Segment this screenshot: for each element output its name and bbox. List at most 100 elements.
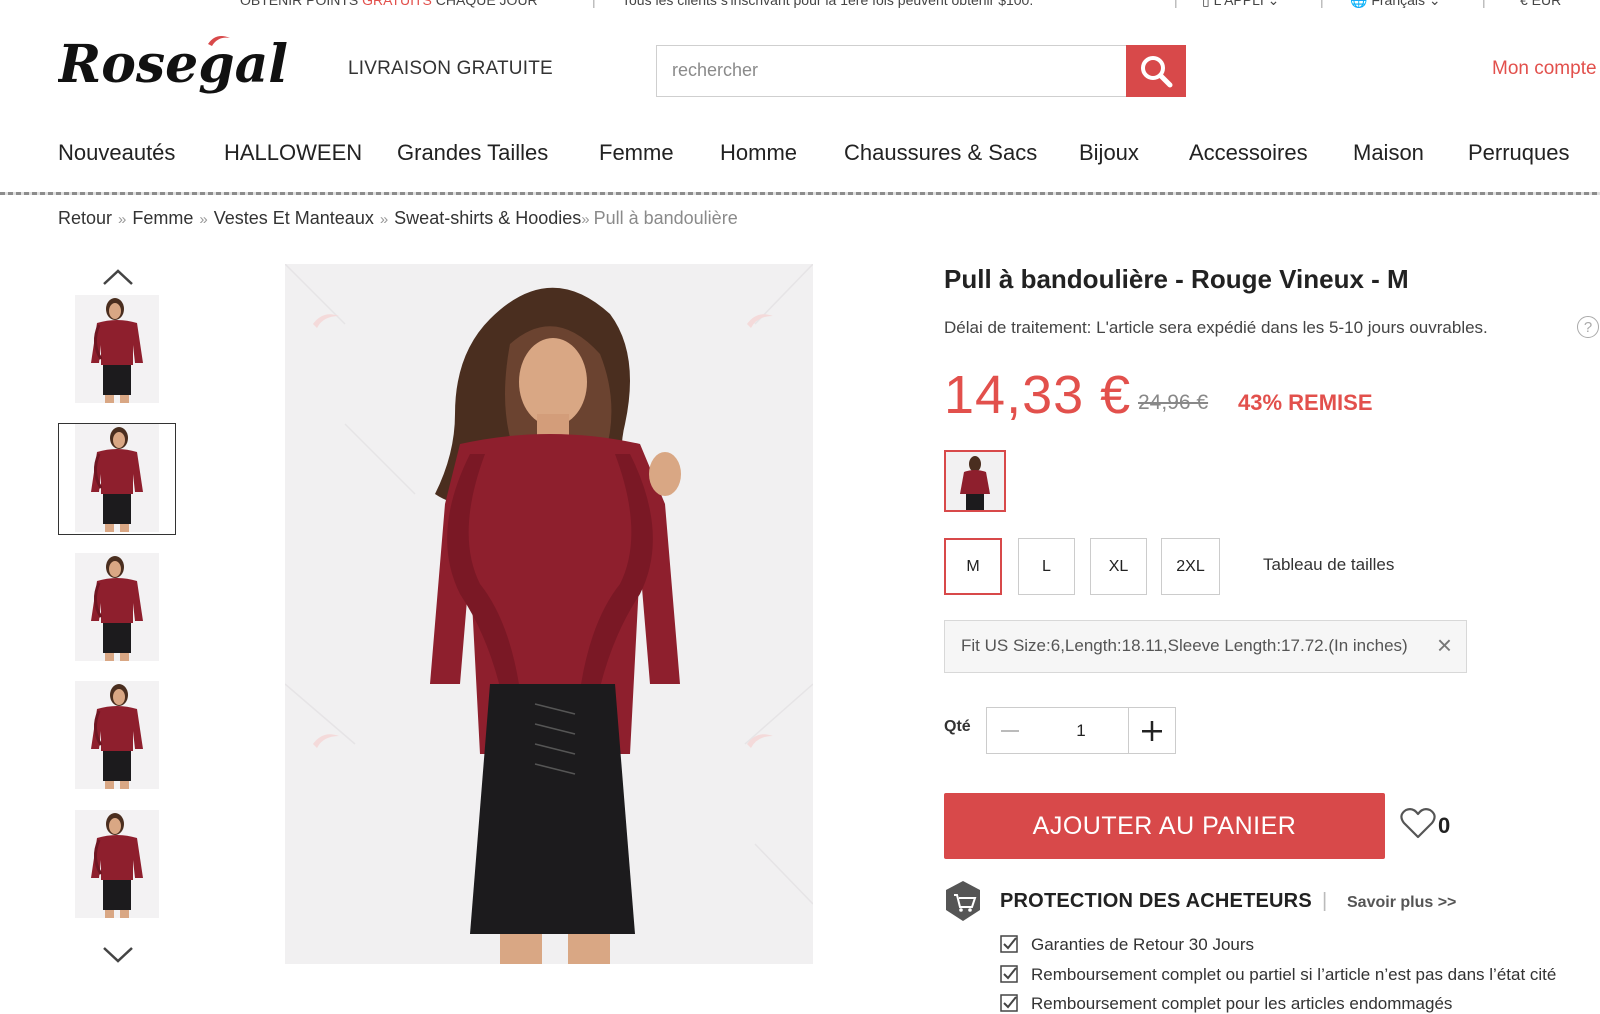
free-shipping-label: LIVRAISON GRATUITE xyxy=(348,58,553,79)
close-icon[interactable]: × xyxy=(1437,630,1452,660)
plus-icon xyxy=(1142,720,1162,741)
guarantee-item: Remboursement complet pour les articles … xyxy=(1000,994,1452,1014)
thumbnail-image xyxy=(75,810,159,918)
breadcrumb-item[interactable]: Retour xyxy=(58,208,112,228)
help-icon[interactable]: ? xyxy=(1577,316,1599,338)
guarantee-text: Remboursement complet pour les articles … xyxy=(1031,994,1453,1013)
app-label: L'APPLI xyxy=(1213,0,1264,8)
heart-icon xyxy=(1400,808,1436,839)
thumbnail-5[interactable] xyxy=(75,810,159,918)
my-account-link[interactable]: Mon compte xyxy=(1492,58,1597,80)
nav-item-maison[interactable]: Maison xyxy=(1353,140,1424,166)
nav-item-grandes-tailles[interactable]: Grandes Tailles xyxy=(397,140,548,166)
nav-divider xyxy=(0,192,1600,195)
guarantee-text: Garanties de Retour 30 Jours xyxy=(1031,935,1255,954)
thumbnail-image xyxy=(75,553,159,661)
search-box xyxy=(656,45,1128,97)
breadcrumb-separator: » xyxy=(199,211,208,228)
app-download-link[interactable]: ▯ L'APPLI ⌄ xyxy=(1202,0,1279,9)
thumbnail-4[interactable] xyxy=(75,681,159,789)
protection-divider: | xyxy=(1322,890,1328,912)
nav-item-bijoux[interactable]: Bijoux xyxy=(1079,140,1139,166)
learn-more-link[interactable]: Savoir plus >> xyxy=(1347,894,1456,912)
phone-icon: ▯ xyxy=(1202,0,1210,8)
quantity-input[interactable] xyxy=(1033,707,1129,754)
nav-item-chaussures-sacs[interactable]: Chaussures & Sacs xyxy=(844,140,1037,166)
breadcrumb-item[interactable]: Femme xyxy=(132,208,193,228)
guarantee-text: Remboursement complet ou partiel si l’ar… xyxy=(1031,965,1557,984)
chevron-down-icon: ⌄ xyxy=(1267,0,1280,8)
processing-label: Délai de traitement: xyxy=(944,318,1092,337)
new-client-offer[interactable]: Tous les clients s'inscrivant pour la 1è… xyxy=(622,0,1033,8)
nav-item-perruques[interactable]: Perruques xyxy=(1468,140,1570,166)
guarantee-item: Remboursement complet ou partiel si l’ar… xyxy=(1000,965,1556,985)
chevron-down-icon: ⌄ xyxy=(1428,0,1441,8)
product-photo xyxy=(285,264,813,964)
thumbnails-up-button[interactable] xyxy=(100,267,136,287)
breadcrumb: Retour» Femme» Vestes Et Manteaux» Sweat-sh… xyxy=(58,208,738,229)
thumbnail-image xyxy=(75,295,159,403)
currency-selector[interactable]: € EUR xyxy=(1520,0,1561,8)
top-divider: | xyxy=(1482,0,1486,8)
current-price: 14,33 € xyxy=(944,365,1132,425)
wishlist-button[interactable] xyxy=(1400,807,1436,839)
original-price: 24,96 € xyxy=(1138,391,1209,414)
breadcrumb-separator: » xyxy=(118,211,127,228)
free-points-promo[interactable]: OBTENIR POINTS GRATUITS CHAQUE JOUR xyxy=(240,0,538,8)
quantity-decrease-button[interactable] xyxy=(986,707,1034,754)
breadcrumb-item[interactable]: Sweat-shirts & Hoodies xyxy=(394,208,581,228)
fit-info-text: Fit US Size:6,Length:18.11,Sleeve Length… xyxy=(961,636,1408,655)
thumbnail-3[interactable] xyxy=(75,553,159,661)
product-title: Pull à bandoulière - Rouge Vineux - M xyxy=(944,264,1409,294)
search-button[interactable] xyxy=(1126,45,1186,97)
shield-cart-icon xyxy=(944,880,982,922)
logo-graphic: Rosegal xyxy=(58,34,288,95)
language-label: Français xyxy=(1371,0,1426,8)
wishlist-count: 0 xyxy=(1438,813,1451,838)
size-chart-link[interactable]: Tableau de tailles xyxy=(1263,555,1394,575)
points-highlight: GRATUITS xyxy=(362,0,432,8)
discount-badge: 43% REMISE xyxy=(1238,390,1373,415)
fit-info-box: Fit US Size:6,Length:18.11,Sleeve Length… xyxy=(944,620,1467,673)
breadcrumb-separator: » xyxy=(581,211,590,228)
nav-item-halloween[interactable]: HALLOWEEN xyxy=(224,140,362,166)
thumbnails-down-button[interactable] xyxy=(100,945,136,965)
points-suffix: CHAQUE JOUR xyxy=(431,0,538,8)
minus-icon xyxy=(1001,729,1019,732)
size-option-m[interactable]: M xyxy=(944,538,1002,595)
thumbnail-2[interactable] xyxy=(58,423,176,535)
size-option-xl[interactable]: XL xyxy=(1090,538,1147,595)
thumbnail-1[interactable] xyxy=(75,295,159,403)
checkbox-check-icon xyxy=(1000,994,1018,1012)
processing-text: L'article sera expédié dans les 5-10 jou… xyxy=(1096,318,1488,337)
chevron-up-icon xyxy=(103,269,133,285)
guarantee-item: Garanties de Retour 30 Jours xyxy=(1000,935,1254,955)
nav-item-nouveautes[interactable]: Nouveautés xyxy=(58,140,175,166)
breadcrumb-separator: » xyxy=(379,211,389,228)
swatch-image xyxy=(946,452,1004,510)
search-icon xyxy=(1141,56,1173,88)
rosegal-logo[interactable]: Rosegal xyxy=(58,28,318,114)
top-divider: | xyxy=(1174,0,1178,8)
size-option-2xl[interactable]: 2XL xyxy=(1161,538,1220,595)
checkbox-check-icon xyxy=(1000,965,1018,983)
language-selector[interactable]: 🌐 Français ⌄ xyxy=(1350,0,1441,9)
points-prefix: OBTENIR POINTS xyxy=(240,0,363,8)
breadcrumb-current: Pull à bandoulière xyxy=(593,208,738,228)
logo-wordmark: Rosegal xyxy=(58,34,288,95)
color-swatch-wine-red[interactable] xyxy=(944,450,1006,512)
quantity-label: Qté xyxy=(944,718,971,735)
quantity-increase-button[interactable] xyxy=(1128,707,1176,754)
size-option-l[interactable]: L xyxy=(1018,538,1075,595)
nav-item-femme[interactable]: Femme xyxy=(599,140,674,166)
checkbox-check-icon xyxy=(1000,935,1018,953)
buyer-protection-title: PROTECTION DES ACHETEURS xyxy=(1000,890,1312,912)
main-product-image[interactable] xyxy=(285,264,813,964)
nav-item-homme[interactable]: Homme xyxy=(720,140,797,166)
search-input[interactable] xyxy=(657,46,1112,94)
add-to-cart-button[interactable]: AJOUTER AU PANIER xyxy=(944,793,1385,859)
thumbnail-image xyxy=(75,681,159,789)
top-divider: | xyxy=(1320,0,1324,8)
breadcrumb-item[interactable]: Vestes Et Manteaux xyxy=(214,208,374,228)
nav-item-accessoires[interactable]: Accessoires xyxy=(1189,140,1308,166)
